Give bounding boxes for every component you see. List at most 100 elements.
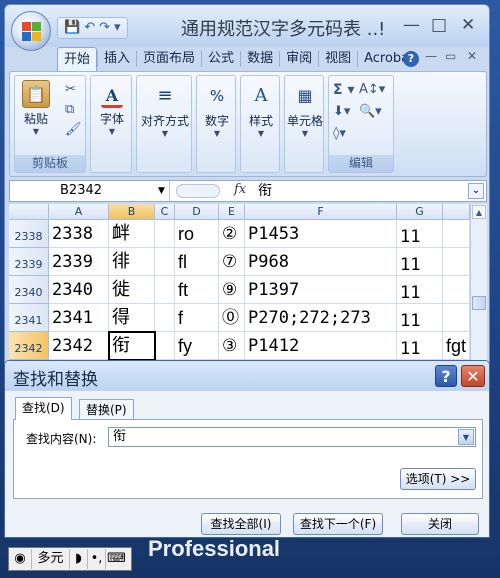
- workbook-minimize-button[interactable]: —: [425, 49, 437, 63]
- table-cell[interactable]: 11: [397, 276, 443, 304]
- styles-button[interactable]: A 样式 ▼: [244, 82, 278, 138]
- find-all-button[interactable]: 查找全部(I): [201, 513, 281, 535]
- formula-bar-splitter[interactable]: [176, 184, 220, 198]
- table-cell[interactable]: 2341: [49, 304, 109, 332]
- column-header-e[interactable]: E: [219, 204, 245, 220]
- table-cell[interactable]: ⑨: [219, 276, 245, 304]
- scroll-up-icon[interactable]: ▲: [472, 205, 486, 219]
- qat-more-icon[interactable]: ▾: [114, 18, 121, 38]
- row-header[interactable]: 2341: [9, 304, 49, 332]
- table-cell[interactable]: 2340: [49, 276, 109, 304]
- ime-logo-icon[interactable]: ◉: [9, 549, 31, 569]
- scroll-thumb[interactable]: [472, 296, 486, 310]
- redo-icon[interactable]: ↷: [99, 18, 110, 38]
- workbook-close-button[interactable]: ✕: [467, 49, 477, 63]
- table-cell[interactable]: P1453: [245, 220, 397, 248]
- tab-view[interactable]: 视图: [319, 47, 357, 71]
- table-cell[interactable]: [443, 248, 470, 276]
- table-cell[interactable]: fl: [175, 248, 219, 276]
- name-box[interactable]: B2342 ▼: [10, 181, 170, 201]
- table-cell[interactable]: fy: [175, 332, 219, 360]
- close-button[interactable]: ✕: [461, 15, 475, 35]
- chevron-down-icon[interactable]: ▼: [158, 181, 165, 201]
- autosum-icon[interactable]: Σ ▾: [333, 82, 354, 98]
- table-cell[interactable]: fgt: [443, 332, 470, 360]
- soft-keyboard-icon[interactable]: ⌨: [105, 549, 127, 569]
- column-header-a[interactable]: A: [49, 204, 109, 220]
- cut-icon[interactable]: ✂: [65, 82, 76, 97]
- tab-insert[interactable]: 插入: [98, 47, 136, 71]
- help-icon[interactable]: ?: [403, 51, 419, 67]
- table-cell[interactable]: [155, 332, 175, 360]
- table-cell[interactable]: [443, 220, 470, 248]
- save-icon[interactable]: 💾: [64, 18, 80, 38]
- alignment-button[interactable]: ≡ 对齐方式 ▼: [139, 82, 191, 138]
- table-cell[interactable]: ⑦: [219, 248, 245, 276]
- table-cell[interactable]: [443, 276, 470, 304]
- clear-icon[interactable]: ◊▾: [333, 126, 346, 141]
- column-header-h[interactable]: [443, 204, 470, 220]
- number-button[interactable]: % 数字 ▼: [200, 82, 234, 138]
- worksheet-grid[interactable]: A B C D E F G 2338 2338 衅 ro ② P1453 11 …: [9, 204, 487, 363]
- table-cell[interactable]: P1397: [245, 276, 397, 304]
- tab-formulas[interactable]: 公式: [202, 47, 240, 71]
- insert-function-icon[interactable]: fx: [234, 182, 246, 197]
- table-cell[interactable]: ro: [175, 220, 219, 248]
- table-cell[interactable]: [155, 304, 175, 332]
- column-header-f[interactable]: F: [245, 204, 397, 220]
- table-cell[interactable]: 得: [109, 304, 155, 332]
- ime-language[interactable]: 多元: [31, 549, 69, 569]
- table-cell[interactable]: 11: [397, 248, 443, 276]
- punctuation-icon[interactable]: •,: [87, 549, 105, 569]
- row-header[interactable]: 2339: [9, 248, 49, 276]
- expand-formula-bar-icon[interactable]: ⌄: [468, 183, 484, 199]
- fill-icon[interactable]: ⬇▾: [333, 104, 350, 119]
- table-cell[interactable]: 11: [397, 304, 443, 332]
- undo-icon[interactable]: ↶: [84, 18, 95, 38]
- table-cell[interactable]: [155, 276, 175, 304]
- table-cell[interactable]: ft: [175, 276, 219, 304]
- close-dialog-button[interactable]: 关闭: [401, 513, 479, 535]
- format-painter-icon[interactable]: 🖌: [65, 122, 82, 137]
- table-cell[interactable]: 2342: [49, 332, 109, 360]
- tab-replace[interactable]: 替换(P): [79, 399, 134, 419]
- row-header[interactable]: 2342: [9, 332, 49, 360]
- column-header-b[interactable]: B: [109, 204, 155, 220]
- find-what-input[interactable]: 衔 ▼: [108, 427, 476, 447]
- column-header-g[interactable]: G: [397, 204, 443, 220]
- table-cell[interactable]: ③: [219, 332, 245, 360]
- options-button[interactable]: 选项(T) >>: [400, 468, 476, 490]
- row-header[interactable]: 2338: [9, 220, 49, 248]
- table-cell[interactable]: [155, 220, 175, 248]
- table-cell[interactable]: 衅: [109, 220, 155, 248]
- vertical-scrollbar[interactable]: ▲: [470, 204, 487, 363]
- table-cell[interactable]: 徙: [109, 276, 155, 304]
- table-cell[interactable]: 11: [397, 220, 443, 248]
- maximize-button[interactable]: □: [431, 15, 447, 35]
- font-button[interactable]: A 字体 ▼: [95, 82, 129, 136]
- dialog-close-button[interactable]: ✕: [461, 365, 485, 387]
- copy-icon[interactable]: ⧉: [65, 102, 74, 117]
- table-cell[interactable]: 11: [397, 332, 443, 360]
- tab-home[interactable]: 开始: [57, 47, 98, 71]
- table-cell[interactable]: 2339: [49, 248, 109, 276]
- table-cell[interactable]: [155, 248, 175, 276]
- table-cell[interactable]: ②: [219, 220, 245, 248]
- office-button[interactable]: [11, 11, 51, 51]
- tab-review[interactable]: 审阅: [280, 47, 318, 71]
- minimize-button[interactable]: —: [403, 15, 420, 35]
- column-header-d[interactable]: D: [175, 204, 219, 220]
- row-header[interactable]: 2340: [9, 276, 49, 304]
- table-cell[interactable]: P1412: [245, 332, 397, 360]
- workbook-restore-button[interactable]: ▭: [445, 49, 456, 63]
- table-cell[interactable]: P968: [245, 248, 397, 276]
- find-next-button[interactable]: 查找下一个(F): [293, 513, 383, 535]
- table-cell[interactable]: [443, 304, 470, 332]
- sort-filter-icon[interactable]: A↕▾: [359, 82, 385, 97]
- tab-find[interactable]: 查找(D): [15, 397, 72, 420]
- table-cell[interactable]: ⓪: [219, 304, 245, 332]
- dialog-help-button[interactable]: ?: [435, 365, 457, 387]
- paste-button[interactable]: 📋 粘贴 ▼: [21, 80, 51, 136]
- table-cell[interactable]: f: [175, 304, 219, 332]
- table-cell[interactable]: 徘: [109, 248, 155, 276]
